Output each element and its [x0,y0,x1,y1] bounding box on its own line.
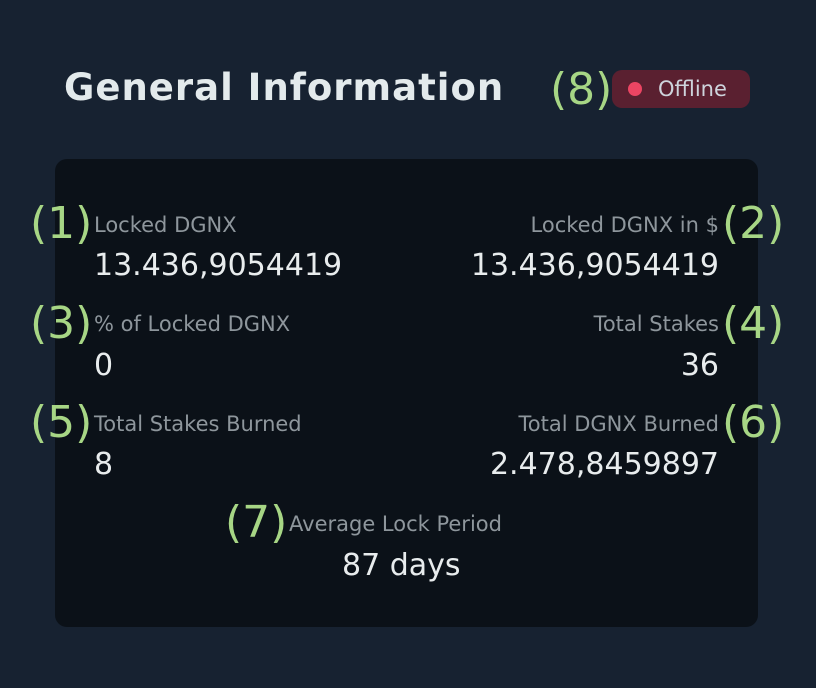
stat-percent-locked-value: 0 [94,348,114,383]
stat-average-lock-label: Average Lock Period [289,512,502,536]
stat-average-lock-value: 87 days [342,548,461,583]
marker-8: (8) [550,64,613,115]
stat-dgnx-burned-label: Total DGNX Burned [518,412,719,436]
status-badge: Offline [612,70,750,108]
marker-6: (6) [722,397,785,448]
marker-5: (5) [30,397,93,448]
status-dot-icon [628,82,642,96]
stat-total-stakes-value: 36 [680,348,719,383]
stat-stakes-burned-label: Total Stakes Burned [94,412,302,436]
stat-dgnx-burned-value: 2.478,8459897 [489,447,719,482]
page-title: General Information [64,66,505,109]
stat-locked-dgnx-usd-label: Locked DGNX in $ [530,213,719,237]
stat-locked-dgnx-usd-value: 13.436,9054419 [470,248,719,283]
stat-locked-dgnx-label: Locked DGNX [94,213,237,237]
stat-percent-locked-label: % of Locked DGNX [94,312,291,336]
marker-3: (3) [30,298,93,349]
marker-7: (7) [225,497,288,548]
stat-total-stakes-label: Total Stakes [593,312,719,336]
marker-1: (1) [30,198,93,249]
stat-locked-dgnx-value: 13.436,9054419 [94,248,343,283]
marker-4: (4) [722,298,785,349]
status-label: Offline [658,77,727,101]
stat-stakes-burned-value: 8 [94,447,114,482]
marker-2: (2) [722,198,785,249]
